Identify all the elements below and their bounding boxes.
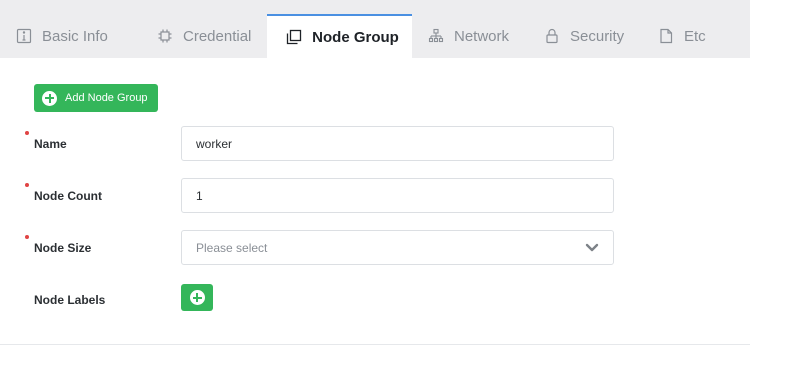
divider [0, 344, 750, 345]
tab-label: Basic Info [42, 27, 108, 45]
node-size-label: Node Size [34, 241, 92, 255]
tab-etc[interactable]: Etc [658, 14, 706, 58]
lock-icon [544, 28, 560, 44]
network-tree-icon [428, 28, 444, 44]
add-node-group-button[interactable]: Add Node Group [34, 84, 158, 112]
node-labels-label: Node Labels [34, 293, 106, 307]
chip-icon [157, 28, 173, 44]
info-box-icon [16, 28, 32, 44]
tab-label: Network [454, 27, 510, 45]
node-size-placeholder: Please select [196, 240, 268, 255]
node-size-select[interactable]: Please select [181, 230, 614, 265]
required-marker [25, 183, 29, 187]
tab-security[interactable]: Security [544, 14, 624, 58]
required-marker [25, 235, 29, 239]
plus-circle-icon [189, 290, 205, 305]
tab-label: Security [570, 27, 625, 45]
name-input[interactable] [196, 136, 613, 151]
required-marker [25, 131, 29, 135]
tab-label: Node Group [312, 28, 399, 46]
tab-node-group[interactable]: Node Group [267, 14, 412, 58]
tab-label: Etc [684, 27, 706, 45]
add-node-group-label: Add Node Group [65, 92, 148, 104]
name-field[interactable] [181, 126, 614, 161]
plus-circle-icon [42, 90, 57, 106]
copy-stack-icon [286, 29, 302, 45]
node-count-input[interactable] [196, 188, 613, 203]
add-node-label-button[interactable] [181, 284, 213, 311]
tab-bar: Basic Info Credential Node Group Network… [0, 0, 750, 58]
document-icon [658, 28, 674, 44]
node-count-label: Node Count [34, 189, 102, 203]
tab-credential[interactable]: Credential [157, 14, 251, 58]
chevron-down-icon [585, 243, 599, 253]
node-count-field[interactable] [181, 178, 614, 213]
tab-basic-info[interactable]: Basic Info [16, 14, 108, 58]
name-label: Name [34, 137, 67, 151]
node-group-form-page: Basic Info Credential Node Group Network… [0, 0, 786, 376]
tab-label: Credential [183, 27, 252, 45]
tab-network[interactable]: Network [428, 14, 509, 58]
